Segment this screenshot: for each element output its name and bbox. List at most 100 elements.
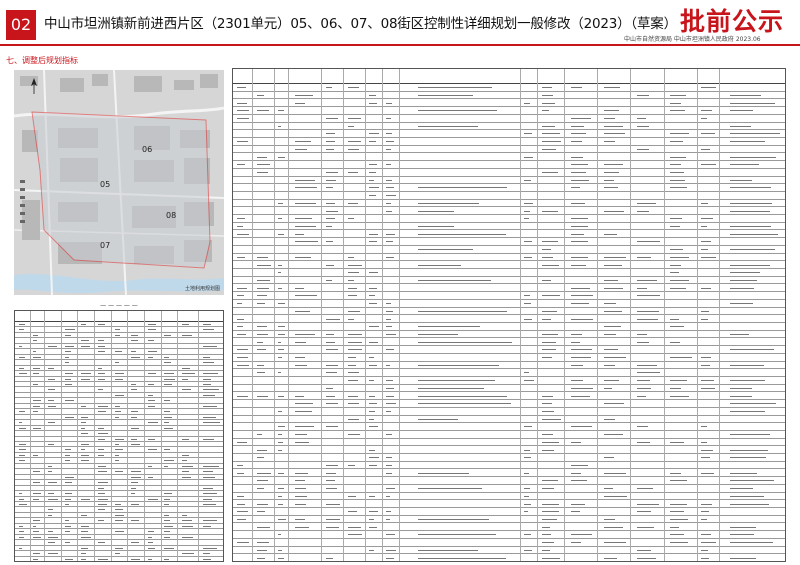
illegible-cell-text bbox=[570, 364, 584, 366]
illegible-cell-text bbox=[33, 373, 39, 375]
illegible-cell-text bbox=[64, 329, 75, 331]
illegible-cell-text bbox=[730, 303, 754, 305]
illegible-cell-text bbox=[33, 411, 39, 413]
illegible-cell-text bbox=[181, 520, 193, 522]
illegible-cell-text bbox=[114, 553, 120, 555]
illegible-cell-text bbox=[418, 518, 490, 520]
illegible-cell-text bbox=[542, 557, 561, 559]
illegible-cell-text bbox=[48, 378, 56, 380]
illegible-cell-text bbox=[418, 418, 459, 420]
illegible-cell-text bbox=[257, 295, 268, 297]
illegible-cell-text bbox=[164, 547, 175, 549]
illegible-cell-text bbox=[369, 418, 374, 420]
illegible-cell-text bbox=[97, 345, 106, 347]
illegible-cell-text bbox=[294, 202, 317, 204]
illegible-cell-text bbox=[326, 187, 333, 189]
illegible-cell-text bbox=[81, 422, 86, 424]
illegible-cell-text bbox=[570, 387, 593, 389]
illegible-cell-text bbox=[669, 272, 679, 274]
table-row-rule bbox=[15, 511, 223, 513]
illegible-cell-text bbox=[237, 518, 247, 520]
illegible-cell-text bbox=[348, 87, 359, 89]
illegible-cell-text bbox=[97, 378, 105, 380]
table-row-rule bbox=[233, 406, 785, 408]
illegible-cell-text bbox=[97, 324, 106, 325]
illegible-cell-text bbox=[418, 187, 508, 189]
illegible-cell-text bbox=[277, 272, 282, 274]
illegible-cell-text bbox=[369, 341, 379, 343]
illegible-cell-text bbox=[64, 384, 72, 385]
illegible-cell-text bbox=[603, 488, 613, 490]
illegible-cell-text bbox=[181, 324, 189, 325]
table-row-rule bbox=[233, 553, 785, 555]
illegible-cell-text bbox=[277, 156, 286, 158]
illegible-cell-text bbox=[114, 329, 120, 331]
illegible-cell-text bbox=[326, 148, 335, 150]
illegible-cell-text bbox=[81, 460, 90, 462]
illegible-cell-text bbox=[385, 518, 390, 520]
illegible-cell-text bbox=[97, 427, 105, 429]
illegible-cell-text bbox=[181, 438, 189, 440]
illegible-cell-text bbox=[570, 172, 586, 174]
block-label: 08 bbox=[166, 211, 176, 220]
illegible-cell-text bbox=[523, 549, 532, 551]
illegible-cell-text bbox=[348, 264, 362, 266]
illegible-cell-text bbox=[257, 264, 272, 266]
table-row-rule bbox=[233, 329, 785, 331]
table-row-rule bbox=[15, 337, 223, 339]
table-row-rule bbox=[233, 136, 785, 138]
illegible-cell-text bbox=[669, 480, 688, 482]
illegible-cell-text bbox=[18, 324, 25, 325]
illegible-cell-text bbox=[237, 164, 245, 166]
table-row-rule bbox=[15, 370, 223, 372]
illegible-cell-text bbox=[18, 356, 26, 358]
illegible-cell-text bbox=[237, 233, 250, 235]
illegible-cell-text bbox=[603, 518, 616, 520]
table-row-rule bbox=[15, 386, 223, 388]
illegible-cell-text bbox=[730, 526, 756, 528]
illegible-cell-text bbox=[669, 279, 689, 281]
illegible-cell-text bbox=[64, 493, 73, 495]
illegible-cell-text bbox=[542, 526, 550, 528]
illegible-cell-text bbox=[294, 395, 304, 397]
illegible-cell-text bbox=[48, 400, 55, 402]
illegible-cell-text bbox=[369, 465, 378, 466]
illegible-cell-text bbox=[348, 172, 359, 174]
illegible-cell-text bbox=[570, 118, 592, 120]
illegible-cell-text bbox=[294, 441, 310, 443]
illegible-cell-text bbox=[203, 422, 220, 424]
illegible-cell-text bbox=[203, 362, 215, 364]
illegible-cell-text bbox=[701, 287, 711, 289]
table-column-rule bbox=[29, 311, 31, 561]
illegible-cell-text bbox=[636, 148, 650, 150]
map-graphic: 06 05 08 07 bbox=[14, 70, 224, 295]
illegible-cell-text bbox=[418, 233, 506, 235]
illegible-cell-text bbox=[294, 472, 308, 474]
table-row-rule bbox=[233, 98, 785, 100]
table-row-rule bbox=[15, 462, 223, 464]
illegible-cell-text bbox=[294, 102, 305, 104]
illegible-cell-text bbox=[277, 488, 284, 490]
illegible-cell-text bbox=[48, 471, 52, 473]
illegible-cell-text bbox=[570, 511, 580, 513]
illegible-cell-text bbox=[114, 531, 125, 533]
table-column-rule bbox=[198, 311, 200, 561]
illegible-cell-text bbox=[64, 498, 71, 500]
illegible-cell-text bbox=[369, 172, 376, 174]
illegible-cell-text bbox=[257, 434, 263, 436]
illegible-cell-text bbox=[570, 480, 588, 482]
illegible-cell-text bbox=[636, 310, 659, 312]
illegible-cell-text bbox=[277, 495, 283, 497]
table-row-rule bbox=[233, 414, 785, 416]
illegible-cell-text bbox=[97, 454, 104, 456]
illegible-cell-text bbox=[294, 403, 313, 405]
illegible-cell-text bbox=[730, 272, 760, 274]
illegible-cell-text bbox=[326, 480, 335, 482]
illegible-cell-text bbox=[294, 241, 318, 243]
illegible-cell-text bbox=[277, 518, 286, 520]
table-row-rule bbox=[233, 537, 785, 539]
table-row-rule bbox=[233, 383, 785, 385]
illegible-cell-text bbox=[669, 472, 681, 474]
illegible-cell-text bbox=[81, 324, 86, 325]
illegible-cell-text bbox=[277, 233, 285, 235]
